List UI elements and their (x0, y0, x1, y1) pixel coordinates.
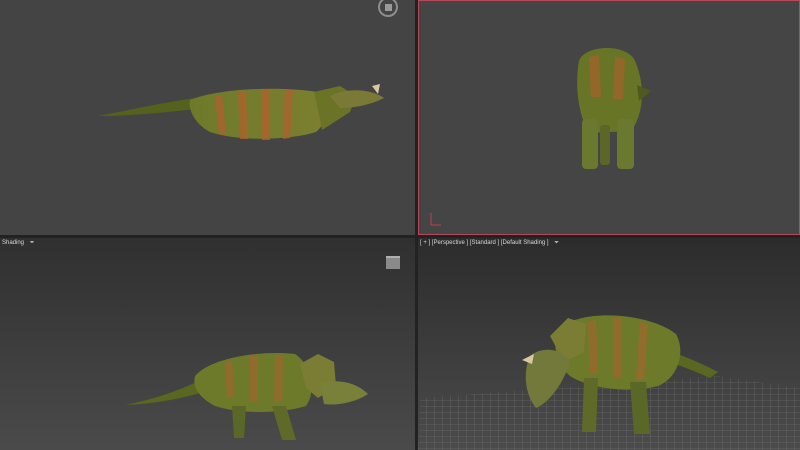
dino-leg-front (582, 378, 598, 432)
viewport-front[interactable] (418, 0, 800, 235)
dino-head (320, 381, 368, 405)
dino-leg-right (617, 119, 634, 169)
dino-tail (98, 97, 205, 116)
dinosaur-side-view (125, 352, 368, 440)
dino-horn (372, 84, 380, 94)
dino-frill-edge (637, 85, 651, 101)
dino-leg-inner-left (600, 125, 610, 165)
viewport-perspective[interactable]: [ + ] [Perspective ] [Standard ] [Defaul… (418, 238, 800, 450)
dino-leg-back (232, 406, 246, 438)
viewport-top[interactable] (0, 0, 415, 235)
dinosaur-front-view (430, 47, 651, 226)
viewport-left[interactable]: Shading ⏷ (0, 238, 415, 450)
dino-leg-left (582, 119, 598, 169)
dino-head (330, 90, 384, 108)
axis-tripod-icon (430, 213, 441, 226)
dino-leg-front (272, 406, 296, 440)
dinosaur-top-view (98, 84, 384, 140)
dinosaur-perspective-view (418, 315, 800, 450)
dino-body (189, 88, 327, 139)
